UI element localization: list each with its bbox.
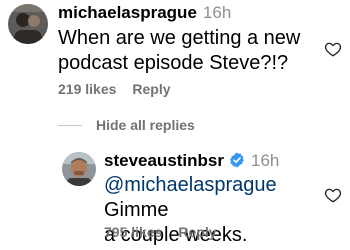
verified-badge-icon	[229, 152, 245, 168]
commenter-avatar[interactable]	[8, 4, 48, 44]
replier-avatar[interactable]	[62, 152, 96, 186]
comment-likes[interactable]: 219 likes	[58, 81, 116, 97]
comment-reply-button[interactable]: Reply	[132, 81, 170, 97]
replier-username[interactable]: steveaustinbsr	[104, 151, 224, 171]
comment-timestamp: 16h	[202, 3, 232, 22]
comment-text: When are we getting a new podcast episod…	[58, 27, 301, 74]
comment-meta: 219 likes Reply	[58, 81, 171, 97]
hide-replies-toggle[interactable]: Hide all replies	[58, 117, 195, 133]
heart-icon[interactable]	[324, 40, 342, 58]
reply-mention-link[interactable]: @michaelasprague	[104, 174, 277, 196]
reply-meta: 795 likes Reply	[104, 224, 217, 240]
reply-timestamp: 16h	[251, 151, 280, 170]
reply-reply-button[interactable]: Reply	[178, 224, 216, 240]
reply-header: steveaustinbsr 16h	[104, 150, 279, 171]
reply-likes[interactable]: 795 likes	[104, 224, 162, 240]
heart-icon[interactable]	[324, 186, 342, 204]
commenter-username[interactable]: michaelasprague	[58, 3, 197, 23]
divider-line	[58, 124, 82, 126]
hide-replies-label[interactable]: Hide all replies	[96, 117, 195, 133]
comment-header: michaelasprague 16h	[58, 3, 231, 23]
